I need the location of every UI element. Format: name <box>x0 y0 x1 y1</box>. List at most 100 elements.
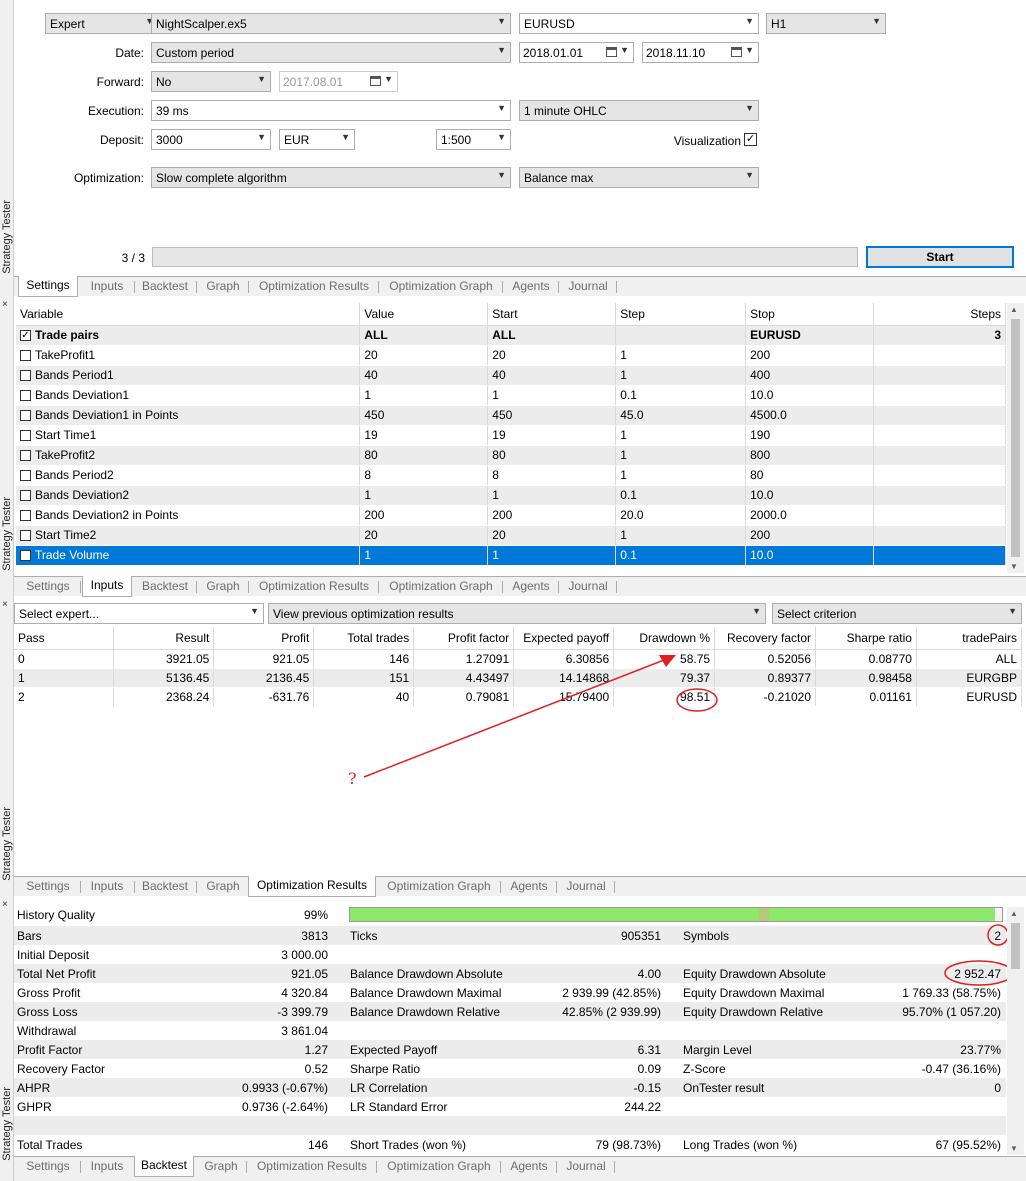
input-step-cell[interactable]: 1 <box>615 365 747 386</box>
input-variable-cell[interactable]: Bands Deviation2 in Points <box>16 505 361 526</box>
deposit-select[interactable]: 3000 ▼ <box>151 129 271 150</box>
tab-backtest[interactable]: Backtest <box>138 577 192 597</box>
input-step-cell[interactable] <box>615 325 747 346</box>
input-row[interactable]: Bands Deviation1 in Points 450 450 45.0 4500… <box>16 405 1006 426</box>
tab-settings[interactable]: Settings <box>18 1157 78 1177</box>
input-steps-cell[interactable] <box>873 385 1006 406</box>
input-variable-cell[interactable]: Trade Volume <box>16 545 361 566</box>
input-start-cell[interactable]: 19 <box>487 425 617 446</box>
input-steps-cell[interactable]: 3 <box>873 325 1006 346</box>
col-stop[interactable]: Stop <box>745 303 875 326</box>
tab-journal[interactable]: Journal <box>562 277 614 297</box>
optimize-checkbox[interactable] <box>20 510 31 522</box>
input-stop-cell[interactable]: 80 <box>745 465 875 486</box>
input-stop-cell[interactable]: 10.0 <box>745 485 875 506</box>
input-stop-cell[interactable]: 800 <box>745 445 875 466</box>
input-steps-cell[interactable] <box>873 345 1006 366</box>
tab-optimization-graph[interactable]: Optimization Graph <box>382 577 500 597</box>
tab-graph[interactable]: Graph <box>200 577 246 597</box>
optimize-checkbox[interactable]: ✓ <box>20 330 31 342</box>
tab-settings[interactable]: Settings <box>18 577 78 597</box>
tab-journal[interactable]: Journal <box>560 877 612 897</box>
input-stop-cell[interactable]: 4500.0 <box>745 405 875 426</box>
input-start-cell[interactable]: 1 <box>487 485 617 506</box>
input-stop-cell[interactable]: 10.0 <box>745 385 875 406</box>
backtest-scrollbar[interactable]: ▲ ▼ <box>1007 907 1024 1155</box>
tab-optimization-graph[interactable]: Optimization Graph <box>380 877 498 897</box>
input-step-cell[interactable]: 0.1 <box>615 545 747 566</box>
tab-graph[interactable]: Graph <box>200 877 246 897</box>
tab-backtest[interactable]: Backtest <box>138 277 192 297</box>
input-step-cell[interactable]: 1 <box>615 425 747 446</box>
input-steps-cell[interactable] <box>873 545 1006 566</box>
tab-settings[interactable]: Settings <box>18 877 78 897</box>
col-value[interactable]: Value <box>359 303 489 326</box>
input-start-cell[interactable]: ALL <box>487 325 617 346</box>
tab-journal[interactable]: Journal <box>560 1157 612 1177</box>
optimize-checkbox[interactable] <box>20 410 31 422</box>
input-row[interactable]: Trade Volume 1 1 0.1 10.0 <box>16 545 1006 566</box>
optimize-checkbox[interactable] <box>20 490 31 502</box>
input-value-cell[interactable]: 1 <box>359 545 489 566</box>
tab-agents[interactable]: Agents <box>504 1157 554 1177</box>
input-variable-cell[interactable]: TakeProfit2 <box>16 445 361 466</box>
scroll-thumb[interactable] <box>1011 319 1020 557</box>
tab-agents[interactable]: Agents <box>506 577 556 597</box>
input-steps-cell[interactable] <box>873 525 1006 546</box>
input-row[interactable]: Bands Deviation1 1 1 0.1 10.0 <box>16 385 1006 406</box>
input-step-cell[interactable]: 1 <box>615 345 747 366</box>
optimize-checkbox[interactable] <box>20 370 31 382</box>
date-from-field[interactable]: 2018.01.01 ▼ <box>519 42 634 63</box>
optimization-select[interactable]: Slow complete algorithm ▼ <box>151 167 511 188</box>
input-stop-cell[interactable]: 190 <box>745 425 875 446</box>
input-value-cell[interactable]: 1 <box>359 485 489 506</box>
close-icon[interactable]: × <box>2 599 8 610</box>
input-row[interactable]: Start Time2 20 20 1 200 <box>16 525 1006 546</box>
tab-optimization-results[interactable]: Optimization Results <box>248 876 376 897</box>
tab-inputs[interactable]: Inputs <box>82 277 132 297</box>
tab-settings[interactable]: Settings <box>18 276 78 297</box>
input-step-cell[interactable]: 20.0 <box>615 505 747 526</box>
input-step-cell[interactable]: 0.1 <box>615 485 747 506</box>
scroll-thumb[interactable] <box>1011 923 1020 969</box>
currency-select[interactable]: EUR ▼ <box>279 129 355 150</box>
input-value-cell[interactable]: 19 <box>359 425 489 446</box>
input-value-cell[interactable]: 8 <box>359 465 489 486</box>
input-stop-cell[interactable]: 400 <box>745 365 875 386</box>
input-value-cell[interactable]: 1 <box>359 385 489 406</box>
input-start-cell[interactable]: 1 <box>487 545 617 566</box>
input-value-cell[interactable]: 20 <box>359 525 489 546</box>
input-stop-cell[interactable]: 200 <box>745 345 875 366</box>
input-value-cell[interactable]: ALL <box>359 325 489 346</box>
leverage-select[interactable]: 1:500 ▼ <box>436 129 511 150</box>
optimize-checkbox[interactable] <box>20 390 31 402</box>
tab-graph[interactable]: Graph <box>200 277 246 297</box>
input-steps-cell[interactable] <box>873 505 1006 526</box>
optimize-checkbox[interactable] <box>20 550 31 562</box>
criterion-select[interactable]: Balance max ▼ <box>519 167 759 188</box>
input-row[interactable]: Bands Period2 8 8 1 80 <box>16 465 1006 486</box>
input-start-cell[interactable]: 20 <box>487 525 617 546</box>
tab-optimization-graph[interactable]: Optimization Graph <box>380 1157 498 1177</box>
input-variable-cell[interactable]: Start Time2 <box>16 525 361 546</box>
input-row[interactable]: Bands Period1 40 40 1 400 <box>16 365 1006 386</box>
input-variable-cell[interactable]: Bands Deviation1 in Points <box>16 405 361 426</box>
optimize-checkbox[interactable] <box>20 450 31 462</box>
scroll-down-icon[interactable]: ▼ <box>1010 1144 1018 1153</box>
input-row[interactable]: TakeProfit2 80 80 1 800 <box>16 445 1006 466</box>
col-start[interactable]: Start <box>487 303 617 326</box>
input-start-cell[interactable]: 40 <box>487 365 617 386</box>
input-start-cell[interactable]: 80 <box>487 445 617 466</box>
input-start-cell[interactable]: 450 <box>487 405 617 426</box>
type-select[interactable]: Expert ▼ <box>45 13 159 34</box>
model-select[interactable]: 1 minute OHLC ▼ <box>519 100 759 121</box>
scroll-down-icon[interactable]: ▼ <box>1010 562 1018 571</box>
input-variable-cell[interactable]: TakeProfit1 <box>16 345 361 366</box>
input-variable-cell[interactable]: Bands Period1 <box>16 365 361 386</box>
input-step-cell[interactable]: 1 <box>615 465 747 486</box>
input-variable-cell[interactable]: Start Time1 <box>16 425 361 446</box>
tab-graph[interactable]: Graph <box>198 1157 244 1177</box>
date-mode-select[interactable]: Custom period ▼ <box>151 42 511 63</box>
tab-inputs[interactable]: Inputs <box>82 1157 132 1177</box>
symbol-select[interactable]: EURUSD ▼ <box>519 13 759 34</box>
